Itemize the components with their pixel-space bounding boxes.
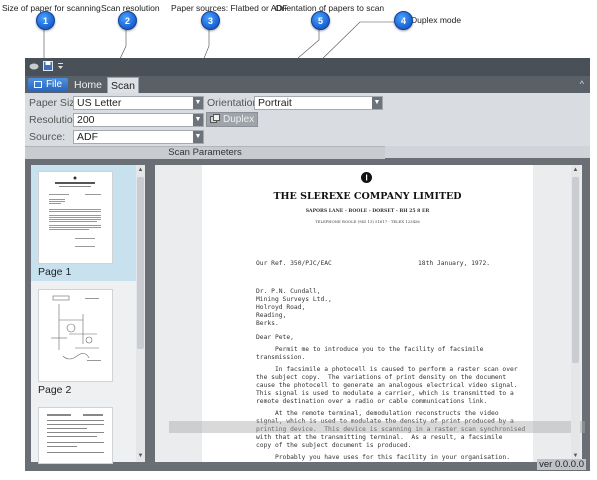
paper-size-value: US Letter [77,97,122,109]
resolution-value: 200 [77,114,95,126]
source-select[interactable]: ADF ▼ [73,130,204,144]
recipient-line: Dr. P.N. Cundall, [256,288,321,295]
recipient-line: Mining Surveys Ltd., [256,296,332,303]
letter-salutation: Dear Pete, [256,334,294,341]
letter-reference: Our Ref. 350/PJC/EAC [256,260,332,267]
callout-badge-1: 1 [36,11,55,30]
letter-body-line: transmission. [256,354,306,361]
chevron-down-icon[interactable]: ▼ [193,97,203,109]
callout-badge-5: 5 [311,11,330,30]
callout-badge-3: 3 [201,11,220,30]
letter-body-line: cause the photocell to generate an analo… [256,382,518,389]
tab-scan[interactable]: Scan [107,77,139,94]
duplex-label: Duplex [223,114,255,125]
scan-ribbon: Paper Size: US Letter ▼ Resolution: 200 … [25,93,590,146]
document-viewer: THE SLEREXE COMPANY LIMITED SAPORS LANE … [155,165,585,462]
ribbon-tab-bar: File Home Scan ^ [25,76,590,94]
tab-file-label: File [45,79,63,90]
thumbnail-page-3[interactable] [31,401,137,464]
callout-label-paper-source: Paper sources: Flatbed or ADF [171,3,288,13]
recipient-line: Berks. [256,320,279,327]
thumbnail-scroll-thumb[interactable] [137,177,144,349]
letter-body-line: This signal is used to modulate a carrie… [256,390,514,397]
thumbnail-page-2[interactable]: Page 2 [31,283,137,399]
scroll-down-icon[interactable]: ▼ [136,452,145,460]
letter-body-line: with that at the transmitting terminal. … [256,434,503,441]
scroll-up-icon[interactable]: ▲ [571,166,580,174]
chevron-down-icon[interactable]: ▼ [193,131,203,143]
letter-body-line: copy of the subject document is produced… [256,442,412,449]
page-logo-icon [361,172,372,183]
thumbnail-image-page-1 [38,171,113,264]
letterhead-title: THE SLEREXE COMPANY LIMITED [273,191,462,202]
letter-body-line: remote destination over a radio or cable… [256,398,488,405]
source-value: ADF [77,131,98,143]
version-label: ver 0.0.0.0 [537,459,586,470]
tab-scan-label: Scan [111,80,135,92]
callout-label-duplex: Duplex mode [411,15,462,25]
thumbnail-image-page-2 [38,289,113,382]
file-tab-icon [33,81,42,88]
letterhead-address: SAPORS LANE - BOOLE - DORSET - BH 25 8 E… [305,209,430,214]
letter-body-line: Probably you have uses for this facility… [256,454,511,461]
callout-label-paper-size: Size of paper for scanning [2,3,101,13]
thumbnail-label-page-2: Page 2 [38,384,72,396]
source-label: Source: [29,131,66,143]
duplex-button[interactable]: Duplex [206,112,259,127]
callout-badge-4: 4 [394,11,413,30]
tab-home-label: Home [73,79,102,91]
viewer-scroll-thumb[interactable] [572,177,579,363]
resolution-select[interactable]: 200 ▼ [73,113,204,127]
scan-line-highlight [169,421,585,433]
scroll-up-icon[interactable]: ▲ [136,166,145,174]
recipient-line: Reading, [256,312,287,319]
scan-parameters-group-label: Scan Parameters [25,146,385,159]
thumbnail-scrollbar[interactable]: ▲ ▼ [136,165,145,462]
thumbnail-image-page-3 [38,407,113,464]
app-menu-icon[interactable] [29,62,39,71]
letter-body-line: the subject copy. The variations of prin… [256,374,507,381]
duplex-icon [210,113,220,126]
chevron-down-icon[interactable]: ▼ [193,114,203,126]
letter-body-line: In facsimile a photocell is caused to pe… [256,366,518,373]
thumbnail-label-page-1: Page 1 [38,266,72,278]
chevron-down-icon[interactable]: ▼ [372,97,382,109]
tab-home[interactable]: Home [73,77,103,93]
save-icon[interactable] [43,61,53,71]
callout-badge-2: 2 [118,11,137,30]
scanned-page: THE SLEREXE COMPANY LIMITED SAPORS LANE … [202,165,533,462]
title-bar [25,58,590,76]
recipient-line: Holroyd Road, [256,304,306,311]
letter-body-line: Permit me to introduce you to the facili… [256,346,484,353]
letter-date: 18th January, 1972. [418,260,491,267]
thumbnail-panel: Page 1 Page 2 ▲ ▼ [31,165,145,464]
orientation-select[interactable]: Portrait ▼ [254,96,383,110]
orientation-value: Portrait [258,97,292,109]
tab-file[interactable]: File [28,78,68,91]
ribbon-collapse-icon[interactable]: ^ [580,79,584,89]
paper-size-select[interactable]: US Letter ▼ [73,96,204,110]
scanner-app-window: File Home Scan ^ Paper Size: US Letter ▼… [25,58,590,471]
callout-label-orientation: Orientation of papers to scan [275,3,385,13]
ribbon-empty-area [385,146,590,158]
thumbnail-page-1[interactable]: Page 1 [31,165,137,281]
letter-body-line: At the remote terminal, demodulation rec… [256,410,499,417]
viewer-scrollbar[interactable]: ▲ ▼ [571,165,580,462]
letterhead-phone: TELEPHONE BOOLE (945 13) 51617 - TELEX 1… [315,219,420,224]
quick-access-dropdown-icon[interactable] [57,61,64,71]
